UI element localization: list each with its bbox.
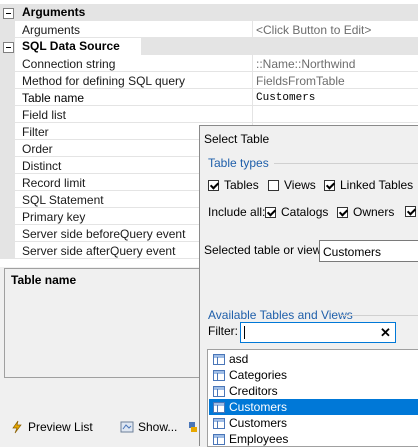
- property-row[interactable]: Field list: [0, 106, 418, 123]
- property-name: Primary key: [22, 210, 86, 224]
- selected-table-label: Selected table or view:: [204, 243, 325, 257]
- table-list-item[interactable]: Customers: [209, 415, 418, 431]
- table-icon: [213, 353, 225, 365]
- table-icon: [213, 417, 225, 429]
- linked-tables-checkbox[interactable]: Linked Tables: [324, 178, 413, 192]
- property-name: Distinct: [22, 159, 62, 173]
- category-label: Arguments: [22, 5, 86, 19]
- dialog-title: Select Table: [204, 132, 270, 146]
- collapse-icon[interactable]: [3, 8, 14, 19]
- show-label: Show...: [138, 420, 178, 434]
- views-checkbox[interactable]: Views: [268, 178, 316, 192]
- property-value[interactable]: Customers: [256, 92, 315, 104]
- category-sql-data-source[interactable]: SQL Data Source: [0, 38, 418, 55]
- table-list-item-label: asd: [229, 352, 249, 366]
- description-title: Table name: [11, 273, 77, 287]
- checkbox-box[interactable]: [268, 179, 279, 191]
- table-types-label: Table types: [208, 156, 269, 170]
- owners-checkbox[interactable]: Owners: [337, 205, 394, 219]
- property-name: Connection string: [22, 57, 116, 71]
- property-name: Server side beforeQuery event: [22, 227, 186, 241]
- table-list-item[interactable]: asd: [209, 351, 418, 367]
- checkbox-box[interactable]: [208, 179, 219, 191]
- property-row-arguments[interactable]: Arguments <Click Button to Edit>: [0, 21, 418, 38]
- collapse-icon[interactable]: [3, 42, 14, 53]
- table-list-item-label: Customers: [229, 400, 288, 414]
- table-list-item[interactable]: Categories: [209, 367, 418, 383]
- property-value[interactable]: FieldsFromTable: [256, 74, 345, 88]
- selected-table-field[interactable]: Customers: [319, 240, 418, 262]
- clear-filter-button[interactable]: ✕: [376, 323, 395, 342]
- checkbox-label: Linked Tables: [340, 178, 414, 192]
- tables-checkbox[interactable]: Tables: [208, 178, 259, 192]
- checkbox-box[interactable]: [324, 179, 335, 191]
- property-row[interactable]: Connection string::Name::Northwind: [0, 55, 418, 72]
- checkbox-box[interactable]: [337, 206, 348, 218]
- category-arguments[interactable]: Arguments: [0, 4, 418, 21]
- table-list-item-label: Employees: [229, 432, 289, 446]
- preview-list-label: Preview List: [28, 420, 93, 434]
- table-icon: [213, 385, 225, 397]
- checkbox-box[interactable]: [265, 206, 276, 218]
- property-name: Server side afterQuery event: [22, 244, 176, 258]
- property-name: SQL Statement: [22, 193, 104, 207]
- filter-input[interactable]: [240, 322, 396, 343]
- include-all-label: Include all:: [208, 205, 266, 219]
- property-name: Filter: [22, 125, 49, 139]
- table-list-item-label: Creditors: [229, 384, 278, 398]
- property-row[interactable]: Table name Customers: [0, 89, 418, 106]
- show-button[interactable]: Show...: [120, 420, 177, 434]
- catalogs-checkbox[interactable]: Catalogs: [265, 205, 328, 219]
- partial-icon: [189, 422, 197, 432]
- filter-label: Filter:: [208, 324, 238, 338]
- table-list-item-label: Categories: [229, 368, 288, 382]
- table-icon: [213, 433, 225, 445]
- table-list-item[interactable]: Employees: [209, 431, 418, 447]
- property-value[interactable]: ::Name::Northwind: [256, 57, 355, 71]
- property-name: Table name: [22, 91, 85, 105]
- lightning-icon: [12, 420, 22, 434]
- table-list-item[interactable]: Creditors: [209, 383, 418, 399]
- property-name: Field list: [22, 108, 67, 122]
- available-tables-label: Available Tables and Views: [208, 308, 353, 322]
- property-value[interactable]: <Click Button to Edit>: [256, 23, 371, 37]
- show-icon: [120, 421, 134, 433]
- more-checkbox[interactable]: [405, 206, 416, 217]
- table-icon: [213, 369, 225, 381]
- property-name: Record limit: [22, 176, 86, 190]
- preview-list-button[interactable]: Preview List: [10, 420, 93, 434]
- checkbox-label: Tables: [224, 178, 259, 192]
- table-icon: [213, 401, 225, 413]
- property-name: Method for defining SQL query: [22, 74, 185, 88]
- bottom-toolbar: Preview List Show...: [0, 412, 200, 446]
- checkbox-label: Views: [284, 178, 316, 192]
- close-icon: ✕: [380, 324, 391, 340]
- checkbox-label: Owners: [353, 205, 395, 219]
- checkbox-label: Catalogs: [281, 205, 329, 219]
- table-list-item-label: Customers: [229, 416, 288, 430]
- category-label: SQL Data Source: [22, 39, 120, 53]
- property-name: Arguments: [22, 23, 81, 37]
- property-row[interactable]: Method for defining SQL query FieldsFromT…: [0, 72, 418, 89]
- property-name: Order: [22, 142, 53, 156]
- tables-list[interactable]: asd Categories Creditors Customers Customers…: [207, 349, 418, 447]
- table-list-item[interactable]: Customers: [209, 399, 418, 415]
- select-table-dialog: Select Table Table types Tables Views Li…: [199, 125, 418, 447]
